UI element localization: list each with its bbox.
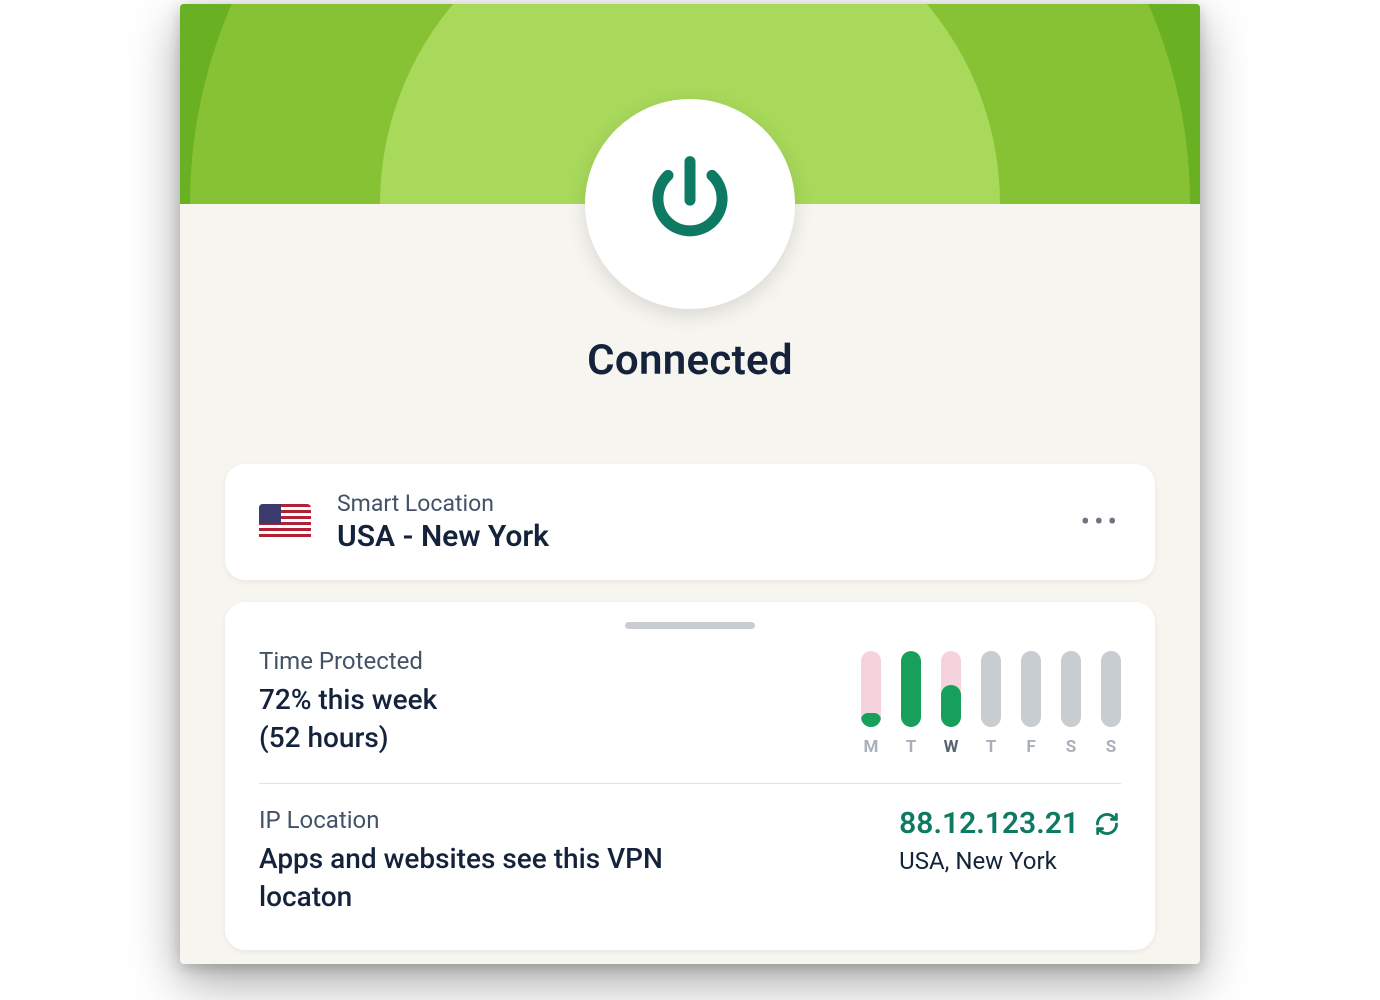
- location-more-button[interactable]: •••: [1081, 515, 1121, 529]
- usa-flag-icon: [259, 504, 311, 540]
- weekday-bar: M: [861, 651, 881, 757]
- connection-status: Connected: [180, 336, 1200, 385]
- connect-toggle-button[interactable]: [585, 99, 795, 309]
- weekday-bar: S: [1061, 651, 1081, 757]
- weekday-bar: T: [981, 651, 1001, 757]
- location-card[interactable]: Smart Location USA - New York •••: [225, 464, 1155, 580]
- location-text: Smart Location USA - New York: [337, 490, 549, 554]
- weekday-bar: T: [901, 651, 921, 757]
- weekday-bar: S: [1101, 651, 1121, 757]
- weekly-protection-chart: MTWTFSS: [861, 647, 1121, 757]
- drag-handle[interactable]: [625, 622, 755, 629]
- ip-location-description: Apps and websites see this VPN locaton: [259, 840, 689, 916]
- location-eyebrow: Smart Location: [337, 490, 549, 517]
- time-protected-summary: 72% this week (52 hours): [259, 681, 831, 757]
- ip-location-label: IP Location: [259, 806, 869, 834]
- divider: [259, 783, 1121, 784]
- refresh-ip-button[interactable]: [1093, 810, 1121, 838]
- weekday-bar: W: [941, 651, 961, 757]
- time-protected-label: Time Protected: [259, 647, 831, 675]
- power-icon: [635, 147, 745, 261]
- ip-address: 88.12.123.21: [899, 806, 1079, 841]
- details-card: Time Protected 72% this week (52 hours) …: [225, 602, 1155, 950]
- weekday-bar: F: [1021, 651, 1041, 757]
- vpn-app-window: Connected Smart Location USA - New York …: [180, 4, 1200, 964]
- refresh-icon: [1093, 810, 1121, 838]
- ip-geo-location: USA, New York: [899, 847, 1121, 875]
- location-name: USA - New York: [337, 519, 549, 554]
